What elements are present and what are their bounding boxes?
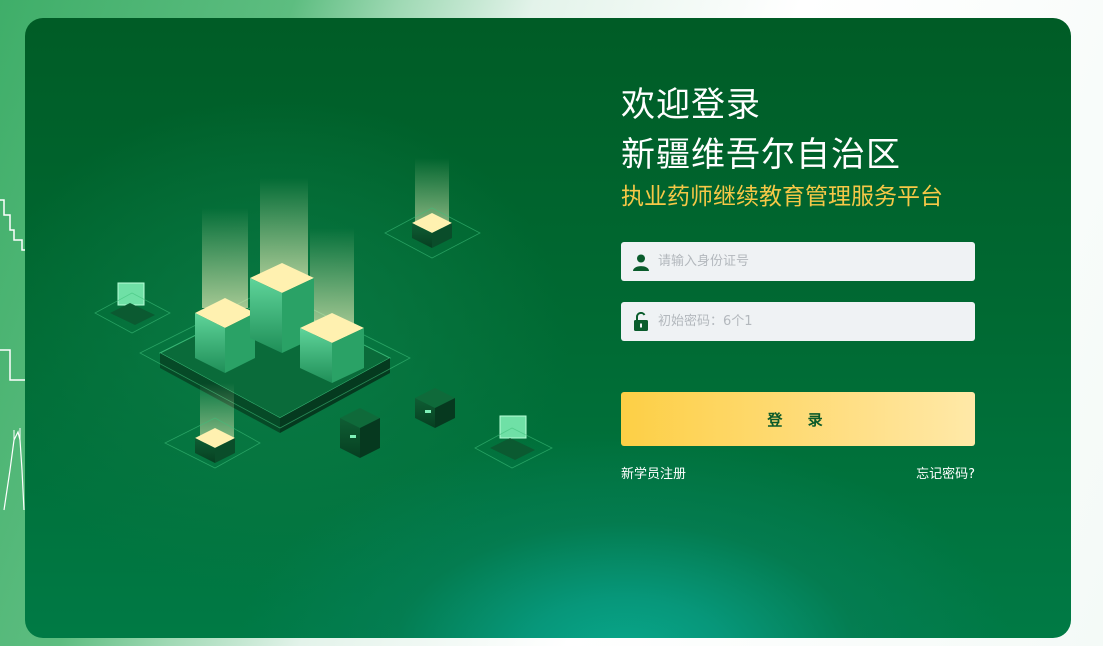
server-isometric-illustration (94, 158, 553, 469)
id-number-input[interactable] (658, 242, 975, 281)
platform-title: 执业药师继续教育管理服务平台 (621, 184, 943, 210)
password-field[interactable] (621, 302, 975, 341)
region-title: 新疆维吾尔自治区 (621, 135, 901, 175)
id-number-field[interactable] (621, 242, 975, 281)
user-icon (630, 251, 652, 273)
welcome-title: 欢迎登录 (621, 85, 761, 125)
login-heading-block: 欢迎登录 新疆维吾尔自治区 执业药师继续教育管理服务平台 (621, 80, 943, 212)
register-link[interactable]: 新学员注册 (621, 463, 686, 482)
lock-icon (630, 311, 652, 333)
login-button[interactable]: 登 录 (621, 392, 975, 446)
forgot-password-link[interactable]: 忘记密码? (916, 463, 975, 482)
password-input[interactable] (658, 302, 975, 341)
login-card: 欢迎登录 新疆维吾尔自治区 执业药师继续教育管理服务平台 登 录 新学员注册 忘… (25, 18, 1071, 638)
